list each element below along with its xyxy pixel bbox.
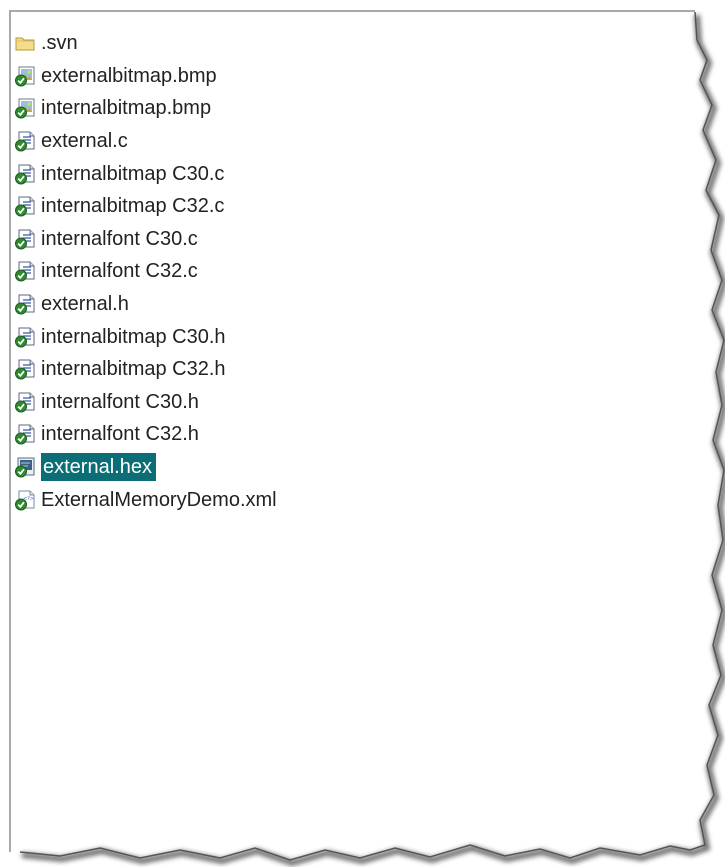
file-name: internalfont C32.h [41, 423, 199, 446]
file-name: internalbitmap C30.h [41, 325, 226, 348]
file-item[interactable]: internalbitmap C30.c [14, 157, 280, 190]
file-item[interactable]: internalbitmap C30.h [14, 320, 280, 353]
file-name: external.c [41, 130, 128, 153]
source-file-icon [14, 195, 41, 217]
file-item[interactable]: .svn [14, 27, 280, 60]
file-item[interactable]: internalbitmap.bmp [14, 92, 280, 125]
file-name: externalbitmap.bmp [41, 64, 217, 87]
source-file-icon [14, 228, 41, 250]
source-file-icon [14, 163, 41, 185]
file-item[interactable]: internalfont C32.c [14, 255, 280, 288]
file-item[interactable]: external.hex [14, 451, 280, 484]
file-item[interactable]: internalfont C32.h [14, 418, 280, 451]
file-name: internalfont C30.c [41, 227, 198, 250]
xml-file-icon: <?> [14, 489, 41, 511]
bitmap-file-icon [14, 97, 41, 119]
file-name: internalbitmap.bmp [41, 97, 212, 120]
file-name: internalfont C30.h [41, 390, 199, 413]
source-file-icon [14, 391, 41, 413]
bitmap-file-icon [14, 65, 41, 87]
file-name: internalbitmap C32.h [41, 358, 226, 381]
folder-icon [14, 32, 41, 54]
file-name: internalbitmap C32.c [41, 195, 225, 218]
file-name: internalbitmap C30.c [41, 162, 225, 185]
source-file-icon [14, 326, 41, 348]
file-name: internalfont C32.c [41, 260, 198, 283]
file-item[interactable]: externalbitmap.bmp [14, 60, 280, 93]
file-name: external.hex [41, 453, 156, 482]
file-item[interactable]: external.c [14, 125, 280, 158]
file-item[interactable]: internalbitmap C32.c [14, 190, 280, 223]
file-item[interactable]: internalfont C30.h [14, 386, 280, 419]
file-item[interactable]: <?> ExternalMemoryDemo.xml [14, 483, 280, 516]
file-item[interactable]: external.h [14, 288, 280, 321]
source-file-icon [14, 130, 41, 152]
source-file-icon [14, 423, 41, 445]
hex-file-icon [14, 456, 41, 478]
file-name: ExternalMemoryDemo.xml [41, 488, 277, 511]
file-item[interactable]: internalfont C30.c [14, 223, 280, 256]
file-browser-panel: .svn externalbitmap.bmp internalbitmap.bmp… [0, 0, 725, 867]
source-file-icon [14, 260, 41, 282]
source-file-icon [14, 293, 41, 315]
file-item[interactable]: internalbitmap C32.h [14, 353, 280, 386]
source-file-icon [14, 358, 41, 380]
file-list: .svn externalbitmap.bmp internalbitmap.bmp… [14, 27, 280, 516]
file-name: external.h [41, 293, 129, 316]
file-name: .svn [41, 32, 78, 55]
